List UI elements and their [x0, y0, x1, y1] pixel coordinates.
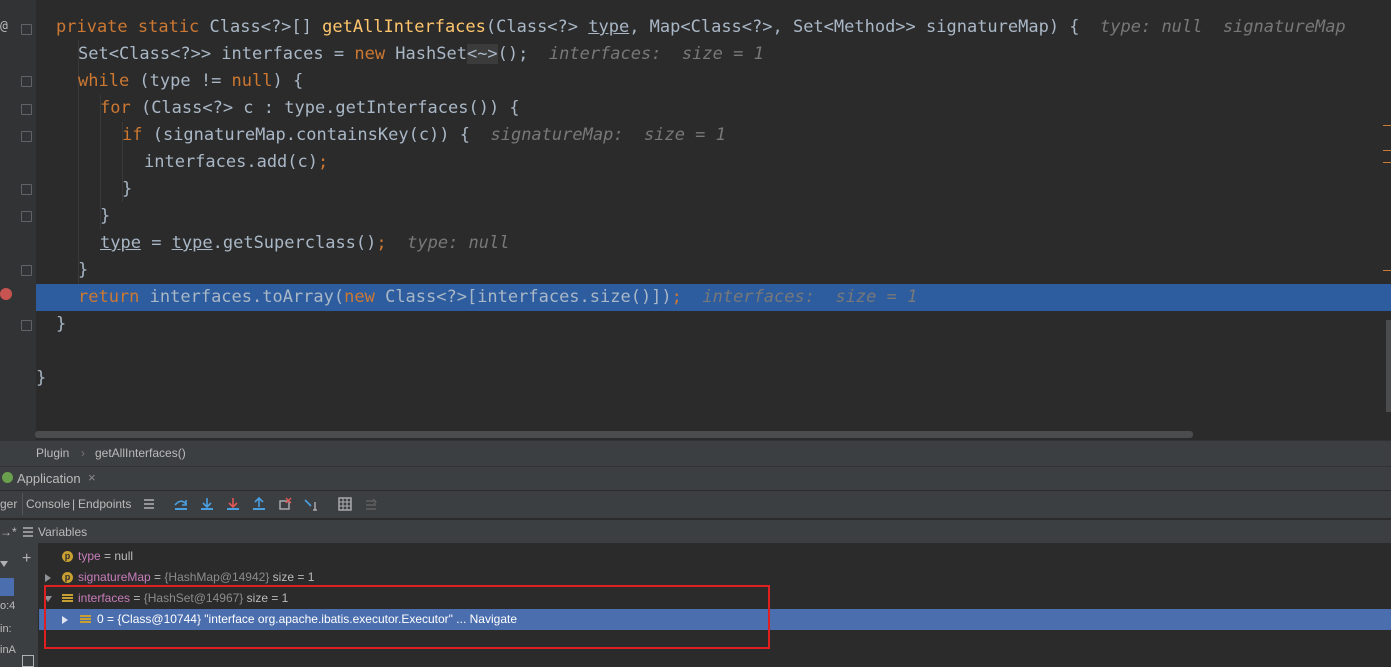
code-line-1: private static Class<?>[] getAllInterfac… — [56, 17, 1346, 37]
code-line-9: type = type.getSuperclass(); type: null — [100, 233, 510, 253]
step-over-icon[interactable] — [173, 496, 189, 512]
evaluate-expression-icon[interactable] — [337, 496, 353, 512]
variable-row[interactable]: p type = null — [39, 546, 1391, 567]
variables-icon — [22, 526, 34, 541]
drop-frame-icon[interactable] — [277, 496, 293, 512]
variables-header: →* Variables — [0, 519, 1391, 544]
fold-icon[interactable] — [21, 104, 32, 115]
menu-icon[interactable] — [141, 496, 157, 512]
step-into-icon[interactable] — [199, 496, 215, 512]
code-line-14: } — [36, 368, 47, 388]
step-out-icon[interactable] — [251, 496, 267, 512]
frame-item[interactable]: inA — [0, 644, 16, 656]
force-step-into-icon[interactable] — [225, 496, 241, 512]
code-line-3: while (type != null) { — [78, 71, 304, 91]
frame-item[interactable]: in: — [0, 623, 12, 635]
inline-hint: type: null signatureMap — [1100, 17, 1346, 37]
breadcrumb-class[interactable]: Plugin — [36, 446, 69, 460]
breadcrumb-method[interactable]: getAllInterfaces() — [95, 446, 186, 460]
code-line-2: Set<Class<?>> interfaces = new HashSet<~… — [78, 44, 764, 64]
fold-icon[interactable] — [21, 265, 32, 276]
inline-hint: type: null — [407, 233, 510, 253]
frames-side-panel: + o:4 in: inA — [0, 543, 39, 667]
breakpoint-icon[interactable] — [0, 288, 12, 300]
code-line-7: } — [122, 179, 133, 199]
fold-icon[interactable] — [21, 24, 32, 35]
spring-boot-icon — [2, 472, 13, 483]
fold-icon[interactable] — [21, 320, 32, 331]
code-line-12: } — [56, 314, 67, 334]
code-editor[interactable]: private static Class<?>[] getAllInterfac… — [36, 0, 1391, 440]
fold-icon[interactable] — [21, 76, 32, 87]
add-watch-icon[interactable]: + — [22, 550, 31, 568]
code-line-6: interfaces.add(c); — [144, 152, 329, 172]
execution-point-line: return interfaces.toArray(new Class<?>[i… — [36, 284, 1391, 311]
selected-frame-marker[interactable] — [0, 578, 14, 596]
frame-dropdown-icon[interactable] — [0, 553, 8, 572]
frames-collapse-icon[interactable]: →* — [0, 525, 17, 539]
inline-hint: interfaces: size = 1 — [548, 44, 764, 64]
code-line-5: if (signatureMap.containsKey(c)) { signa… — [122, 125, 726, 145]
close-icon[interactable]: × — [88, 470, 96, 485]
debug-tool-window-header: Application × — [0, 466, 1391, 491]
restore-layout-icon[interactable] — [22, 655, 34, 667]
code-line-10: } — [78, 260, 89, 280]
run-to-cursor-icon[interactable] — [303, 496, 319, 512]
inline-hint: signatureMap: size = 1 — [490, 125, 726, 145]
tab-debugger[interactable]: ger — [0, 497, 17, 511]
tab-endpoints[interactable]: Endpoints — [78, 497, 131, 511]
fold-icon[interactable] — [21, 131, 32, 142]
parameter-icon: p — [62, 551, 73, 563]
highlight-box — [44, 585, 770, 649]
tab-console[interactable]: Console — [26, 497, 70, 511]
parameter-icon: p — [62, 572, 73, 584]
debug-toolbar: ger Console | Endpoints — [0, 490, 1391, 518]
breadcrumb-separator-icon: › — [81, 446, 85, 460]
inline-hint: interfaces: size = 1 — [702, 287, 918, 307]
horizontal-scrollbar[interactable] — [35, 431, 1193, 438]
fold-icon[interactable] — [21, 211, 32, 222]
fold-icon[interactable] — [21, 184, 32, 195]
tab-application[interactable]: Application — [17, 471, 81, 486]
frame-item[interactable]: o:4 — [0, 600, 15, 612]
expand-icon[interactable] — [45, 573, 51, 582]
breadcrumb: Plugin › getAllInterfaces() — [0, 440, 1391, 466]
override-marker-icon: @ — [0, 19, 8, 34]
code-line-4: for (Class<?> c : type.getInterfaces()) … — [100, 98, 520, 118]
vertical-scrollbar[interactable] — [1386, 320, 1391, 412]
trace-current-stream-icon[interactable] — [363, 496, 379, 512]
code-line-8: } — [100, 206, 111, 226]
variables-label: Variables — [38, 525, 88, 539]
editor-gutter[interactable]: @ — [0, 0, 36, 440]
